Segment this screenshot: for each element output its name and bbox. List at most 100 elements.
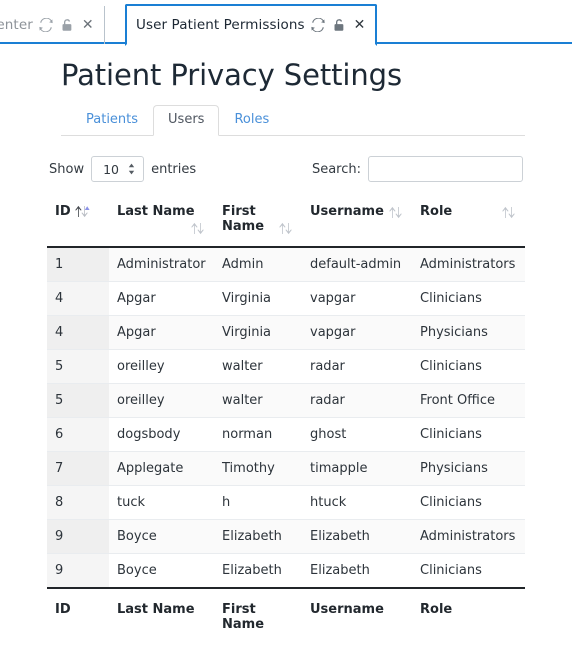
table-cell-id: 6 <box>47 417 109 452</box>
column-label-username: Username <box>310 204 384 219</box>
table-row[interactable]: 4 Apgar Virginia vapgar Physicians <box>47 315 525 350</box>
table-cell-username: Elizabeth <box>302 519 412 554</box>
table-cell-first-name: walter <box>214 349 302 384</box>
unlock-icon[interactable] <box>332 18 347 33</box>
search-label: Search: <box>311 161 361 177</box>
table-foot: ID Last Name First Name Username Role <box>47 586 525 643</box>
column-header-id[interactable]: ID <box>47 195 109 248</box>
close-icon[interactable]: ✕ <box>81 18 95 32</box>
tab-patients[interactable]: Patients <box>71 105 153 136</box>
table-row[interactable]: 9 Boyce Elizabeth Elizabeth Administrators <box>47 519 525 554</box>
page-title: Patient Privacy Settings <box>61 58 402 92</box>
table-cell-role: Physicians <box>412 315 525 350</box>
table-footer-row: ID Last Name First Name Username Role <box>47 586 525 643</box>
footer-label-last-name: Last Name <box>109 586 214 643</box>
table-cell-last-name: Applegate <box>109 451 214 486</box>
table-cell-id: 8 <box>47 485 109 520</box>
table-cell-role: Administrators <box>412 519 525 554</box>
table-cell-username: timapple <box>302 451 412 486</box>
table-row[interactable]: 8 tuck h htuck Clinicians <box>47 485 525 520</box>
table-cell-first-name: norman <box>214 417 302 452</box>
table-cell-last-name: Administrator <box>109 246 214 282</box>
entries-label: entries <box>151 161 197 177</box>
table-row[interactable]: 7 Applegate Timothy timapple Physicians <box>47 451 525 486</box>
page-length-control: Show 10 entries <box>49 156 196 182</box>
table-cell-username: radar <box>302 383 412 418</box>
column-header-first-name[interactable]: First Name <box>214 195 302 248</box>
table-cell-role: Physicians <box>412 451 525 486</box>
table-row[interactable]: 6 dogsbody norman ghost Clinicians <box>47 417 525 452</box>
table-row[interactable]: 1 Administrator Admin default-admin Administ… <box>47 246 525 282</box>
sort-icon <box>501 206 517 219</box>
unlock-icon[interactable] <box>60 18 75 33</box>
table-cell-first-name: Virginia <box>214 281 302 316</box>
column-header-username[interactable]: Username <box>302 195 412 248</box>
nav-tabs: Patients Users Roles <box>61 105 525 136</box>
table-body: 1 Administrator Admin default-admin Administ… <box>47 246 525 588</box>
table-cell-id: 1 <box>47 246 109 282</box>
search-input[interactable] <box>368 156 523 182</box>
users-table: ID Last Name First Name Username Role 1 … <box>47 195 525 643</box>
footer-label-first-name: First Name <box>214 586 302 643</box>
tab-users[interactable]: Users <box>153 105 220 136</box>
table-row[interactable]: 5 oreilley walter radar Front Office <box>47 383 525 418</box>
table-cell-first-name: h <box>214 485 302 520</box>
table-cell-username: Elizabeth <box>302 553 412 588</box>
column-label-id: ID <box>55 204 71 219</box>
column-header-last-name[interactable]: Last Name <box>109 195 214 248</box>
table-cell-last-name: oreilley <box>109 349 214 384</box>
show-label: Show <box>49 161 85 177</box>
table-cell-username: htuck <box>302 485 412 520</box>
table-cell-first-name: Timothy <box>214 451 302 486</box>
table-header-row: ID Last Name First Name Username Role <box>47 195 525 248</box>
page-length-select[interactable]: 10 <box>91 156 145 182</box>
table-controls: Show 10 entries Search: <box>47 156 525 182</box>
table-cell-id: 9 <box>47 553 109 588</box>
sort-icon <box>278 222 294 235</box>
table-cell-id: 7 <box>47 451 109 486</box>
table-cell-role: Front Office <box>412 383 525 418</box>
table-cell-last-name: Apgar <box>109 315 214 350</box>
sort-icon <box>388 206 404 219</box>
table-cell-last-name: Boyce <box>109 519 214 554</box>
table-cell-role: Clinicians <box>412 417 525 452</box>
table-cell-username: vapgar <box>302 281 412 316</box>
browser-tab-title: User Patient Permissions <box>136 17 305 33</box>
sort-ascending-icon <box>74 205 90 218</box>
table-cell-id: 9 <box>47 519 109 554</box>
table-cell-id: 5 <box>47 383 109 418</box>
table-row[interactable]: 9 Boyce Elizabeth Elizabeth Clinicians <box>47 553 525 588</box>
sort-icon <box>190 222 206 235</box>
refresh-icon[interactable] <box>39 18 54 33</box>
table-cell-last-name: dogsbody <box>109 417 214 452</box>
footer-label-id: ID <box>47 586 109 643</box>
footer-label-username: Username <box>302 586 412 643</box>
table-cell-username: radar <box>302 349 412 384</box>
tab-roles[interactable]: Roles <box>219 105 284 136</box>
table-cell-role: Administrators <box>412 246 525 282</box>
table-cell-username: vapgar <box>302 315 412 350</box>
table-cell-id: 4 <box>47 281 109 316</box>
search-control: Search: <box>312 156 523 182</box>
table-row[interactable]: 4 Apgar Virginia vapgar Clinicians <box>47 281 525 316</box>
table-cell-username: default-admin <box>302 246 412 282</box>
table-cell-last-name: oreilley <box>109 383 214 418</box>
browser-tab-strip: age Center ✕ User Patient Permissions ✕ <box>0 0 572 46</box>
column-label-last-name: Last Name <box>117 204 195 219</box>
table-cell-first-name: Admin <box>214 246 302 282</box>
table-cell-first-name: Elizabeth <box>214 519 302 554</box>
close-icon[interactable]: ✕ <box>353 18 367 32</box>
table-cell-first-name: walter <box>214 383 302 418</box>
table-cell-first-name: Virginia <box>214 315 302 350</box>
column-label-role: Role <box>420 204 453 219</box>
table-row[interactable]: 5 oreilley walter radar Clinicians <box>47 349 525 384</box>
table-cell-last-name: Apgar <box>109 281 214 316</box>
refresh-icon[interactable] <box>311 18 326 33</box>
table-cell-last-name: tuck <box>109 485 214 520</box>
browser-tab-user-patient-permissions[interactable]: User Patient Permissions ✕ <box>125 4 378 46</box>
browser-tab-title: age Center <box>0 17 33 33</box>
table-cell-id: 4 <box>47 315 109 350</box>
column-header-role[interactable]: Role <box>412 195 525 248</box>
browser-tab-message-center[interactable]: age Center ✕ <box>0 6 105 44</box>
table-cell-role: Clinicians <box>412 553 525 588</box>
